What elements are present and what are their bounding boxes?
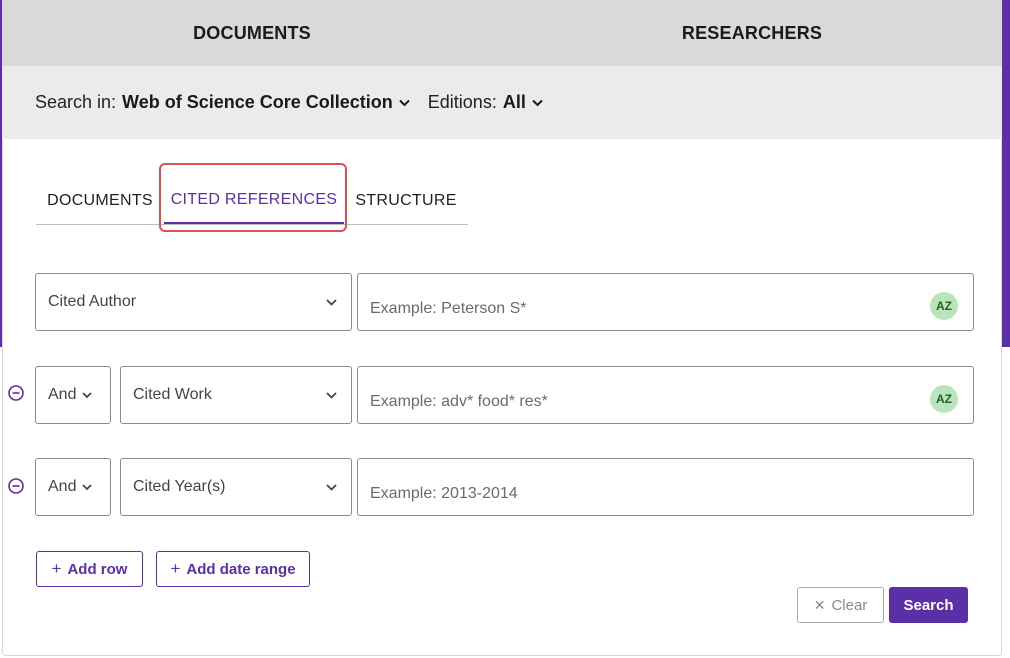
cited-year-input[interactable] <box>357 458 974 516</box>
field-select-cited-year[interactable]: Cited Year(s) <box>120 458 352 516</box>
plus-icon: + <box>51 559 62 578</box>
plus-icon: + <box>170 559 181 578</box>
close-icon: ✕ <box>813 596 826 613</box>
operator-label: And <box>48 478 77 495</box>
add-date-range-button[interactable]: + Add date range <box>156 551 310 587</box>
clear-button[interactable]: ✕ Clear <box>797 587 884 623</box>
add-row-button[interactable]: + Add row <box>36 551 143 587</box>
tab-researchers[interactable]: RESEARCHERS <box>502 0 1002 66</box>
remove-row-icon[interactable] <box>8 385 24 401</box>
search-button[interactable]: Search <box>889 587 968 623</box>
cited-work-input[interactable] <box>357 366 974 424</box>
chevron-down-icon[interactable] <box>532 99 543 107</box>
add-date-range-label: Add date range <box>186 560 296 578</box>
az-index-icon[interactable]: AZ <box>930 385 958 413</box>
chevron-down-icon <box>326 293 337 311</box>
chevron-down-icon <box>326 478 337 496</box>
chevron-down-icon[interactable] <box>399 99 410 107</box>
tab-documents[interactable]: DOCUMENTS <box>2 0 502 66</box>
operator-select[interactable]: And <box>35 458 111 516</box>
field-select-label: Cited Work <box>133 386 212 403</box>
add-row-label: Add row <box>67 560 128 578</box>
field-select-cited-author[interactable]: Cited Author <box>35 273 352 331</box>
collection-dropdown[interactable]: Web of Science Core Collection <box>122 92 393 113</box>
operator-label: And <box>48 386 77 403</box>
top-tabs: DOCUMENTS RESEARCHERS <box>2 0 1002 66</box>
highlight-box <box>159 163 347 232</box>
tab-documents-search[interactable]: DOCUMENTS <box>36 178 164 224</box>
search-in-label: Search in: <box>35 92 117 112</box>
editions-label: Editions: <box>427 92 497 112</box>
field-select-label: Cited Year(s) <box>133 478 226 495</box>
tab-structure[interactable]: STRUCTURE <box>344 178 468 224</box>
field-select-label: Cited Author <box>48 293 137 310</box>
az-index-icon[interactable]: AZ <box>930 292 958 320</box>
chevron-down-icon <box>82 386 93 404</box>
chevron-down-icon <box>326 386 337 404</box>
field-select-cited-work[interactable]: Cited Work <box>120 366 352 424</box>
cited-author-input[interactable] <box>357 273 974 331</box>
chevron-down-icon <box>82 478 93 496</box>
editions-dropdown[interactable]: All <box>503 92 526 113</box>
remove-row-icon[interactable] <box>8 478 24 494</box>
clear-label: Clear <box>831 596 868 614</box>
search-in-bar: Search in: Web of Science Core Collectio… <box>2 66 1002 139</box>
operator-select[interactable]: And <box>35 366 111 424</box>
